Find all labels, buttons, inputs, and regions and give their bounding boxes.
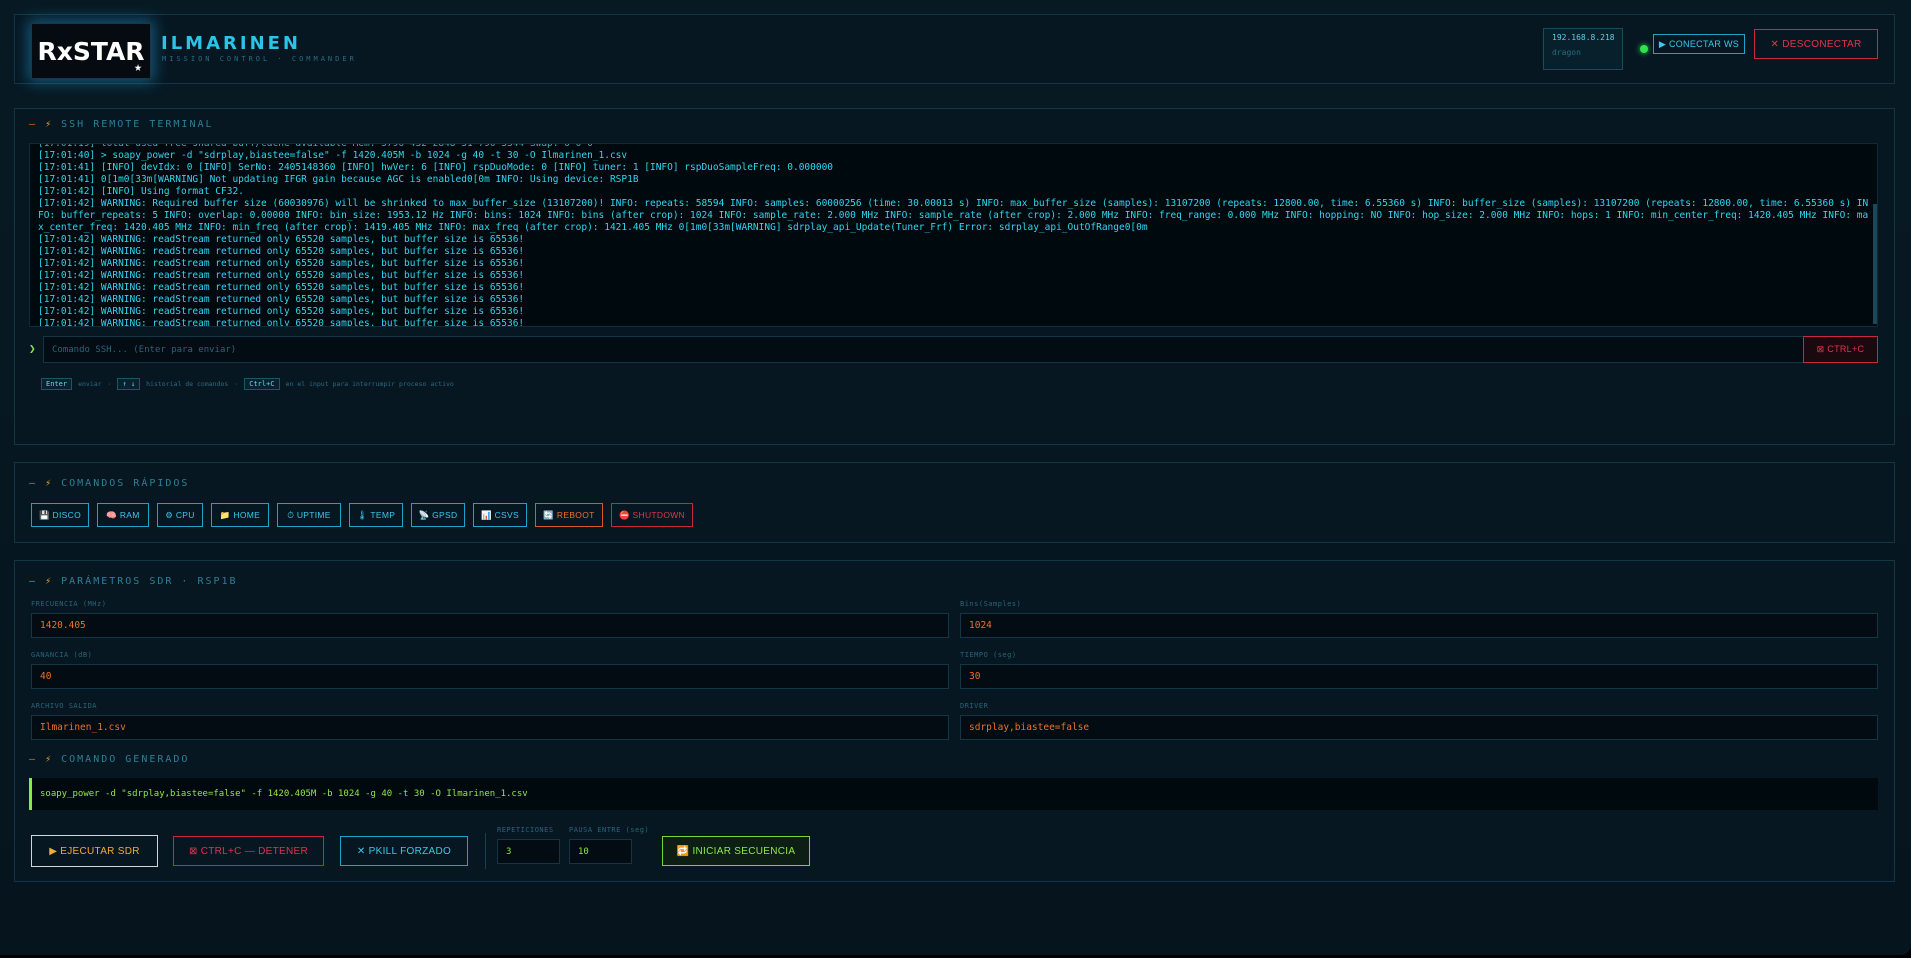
enter-hint-text: enviar [78,380,102,388]
terminal-line: [17:01:40] > soapy_power -d "sdrplay,bia… [38,150,628,161]
sdr-title: PARÁMETROS SDR · RSP1B [61,576,238,587]
ctrlc-hint-text: en el input para interrumpir proceso act… [285,380,454,388]
quick-command-button[interactable]: 🌡 TEMP [349,503,403,527]
header: RxSTAR ★ ILMARINEN MISSION CONTROL · COM… [14,14,1895,84]
dash-icon: — [29,576,38,587]
generated-command: soapy_power -d "sdrplay,biastee=false" -… [29,778,1878,810]
quick-title: COMANDOS RÁPIDOS [61,478,190,489]
terminal-line: [17:01:41] [INFO] devIdx: 0 [INFO] SerNo… [38,162,834,173]
bins-label: Bins(Samples) [960,600,1022,608]
quick-command-button[interactable]: 🧠 RAM [97,503,149,527]
terminal-line: [17:01:42] WARNING: readStream returned … [38,234,525,245]
logo-text: RxSTAR [37,36,145,66]
star-icon: ★ [134,60,142,75]
start-sequence-button[interactable]: 🔁 INICIAR SECUENCIA [662,836,810,866]
run-sdr-button[interactable]: ▶ EJECUTAR SDR [31,835,158,867]
bolt-icon: ⚡ [45,576,54,587]
app-title: ILMARINEN [161,33,301,54]
terminal-help: Enter enviar · ↑ ↓ historial de comandos… [41,378,454,390]
terminal-line: [17:01:42] WARNING: readStream returned … [38,306,525,317]
gain-input[interactable] [31,664,949,689]
terminal-line: [17:01:42] WARNING: readStream returned … [38,282,525,293]
time-input[interactable] [960,664,1878,689]
gain-label: GANANCIA (dB) [31,651,93,659]
driver-input[interactable] [960,715,1878,740]
quick-commands-panel: — ⚡ COMANDOS RÁPIDOS 💾 DISCO 🧠 RAM ⚙ CPU 📁 … [14,462,1895,543]
terminal-scrollbar[interactable] [1873,204,1877,324]
generated-title: COMANDO GENERADO [61,754,190,765]
hint-separator: · [234,380,239,388]
dash-icon: — [29,478,38,489]
terminal-line: [17:01:42] WARNING: Required buffer size… [38,198,1869,233]
terminal-line: [17:01:19] total used free shared buff/c… [38,143,593,149]
time-label: TIEMPO (seg) [960,651,1017,659]
quick-command-button[interactable]: 💾 DISCO [31,503,89,527]
terminal-title: SSH REMOTE TERMINAL [61,119,214,130]
bolt-icon: ⚡ [45,754,54,765]
output-file-input[interactable] [31,715,949,740]
terminal-output[interactable]: [17:01:19] total used free shared buff/c… [29,143,1878,327]
sdr-section-title: — ⚡ PARÁMETROS SDR · RSP1B [29,576,238,587]
terminal-line: [17:01:41] 0[1m0[33m[WARNING] Not updati… [38,174,639,185]
terminal-panel: — ⚡ SSH REMOTE TERMINAL [17:01:19] total… [14,108,1895,445]
dash-icon: — [29,119,38,130]
output-file-label: ARCHIVO SALIDA [31,702,98,710]
bolt-icon: ⚡ [45,478,54,489]
quick-command-button[interactable]: 🔄 REBOOT [535,503,603,527]
quick-command-button[interactable]: ⛔ SHUTDOWN [611,503,693,527]
terminal-line: [17:01:42] WARNING: readStream returned … [38,270,525,281]
connection-status-dot [1640,45,1648,53]
quick-command-button[interactable]: 📊 CSVS [473,503,527,527]
quick-command-button[interactable]: 📡 GPSD [411,503,465,527]
terminal-line: [17:01:42] WARNING: readStream returned … [38,318,525,327]
quick-command-button[interactable]: ⚙ CPU [157,503,203,527]
stop-sdr-button[interactable]: ⊠ CTRL+C — DETENER [173,836,324,866]
terminal-section-title: — ⚡ SSH REMOTE TERMINAL [29,119,214,130]
prompt-chevron-icon: ❯ [29,342,36,355]
frequency-label: FRECUENCIA (MHz) [31,600,107,608]
enter-key-hint: Enter [41,378,73,390]
bolt-icon: ⚡ [45,119,54,130]
pause-label: PAUSA ENTRE (seg) [569,826,650,834]
ssh-command-input[interactable] [43,336,1828,363]
host-user: dragon [1552,48,1581,57]
app-subtitle: MISSION CONTROL · COMMANDER [162,55,357,63]
ctrlc-key-hint: Ctrl+C [244,378,280,390]
pause-input[interactable] [569,839,632,864]
repetitions-label: REPETICIONES [497,826,554,834]
app-window: RxSTAR ★ ILMARINEN MISSION CONTROL · COM… [0,0,1911,955]
divider [485,833,486,869]
arrows-hint-text: historial de comandos [146,380,229,388]
arrows-key-hint: ↑ ↓ [117,378,141,390]
logo: RxSTAR ★ [31,23,151,79]
quick-command-button[interactable]: 📁 HOME [211,503,269,527]
terminal-line: [17:01:42] WARNING: readStream returned … [38,246,525,257]
force-kill-button[interactable]: ✕ PKILL FORZADO [340,836,468,866]
generated-section-title: — ⚡ COMANDO GENERADO [29,754,189,765]
ctrl-c-button[interactable]: ⊠ CTRL+C [1803,336,1878,363]
hint-separator: · [107,380,112,388]
host-ip: 192.168.8.218 [1552,33,1615,42]
bins-input[interactable] [960,613,1878,638]
disconnect-button[interactable]: ✕ DESCONECTAR [1754,29,1878,59]
driver-label: DRIVER [960,702,989,710]
quick-section-title: — ⚡ COMANDOS RÁPIDOS [29,478,189,489]
terminal-line: [17:01:42] WARNING: readStream returned … [38,294,525,305]
quick-command-button[interactable]: ⏱ UPTIME [277,503,341,527]
terminal-line: [17:01:42] [INFO] Using format CF32. [38,186,244,197]
terminal-line: [17:01:42] WARNING: readStream returned … [38,258,525,269]
repetitions-input[interactable] [497,839,560,864]
dash-icon: — [29,754,38,765]
host-info: 192.168.8.218 dragon [1543,28,1623,70]
connect-ws-button[interactable]: ▶ CONECTAR WS [1653,34,1745,54]
frequency-input[interactable] [31,613,949,638]
sdr-parameters-panel: — ⚡ PARÁMETROS SDR · RSP1B FRECUENCIA (M… [14,560,1895,882]
